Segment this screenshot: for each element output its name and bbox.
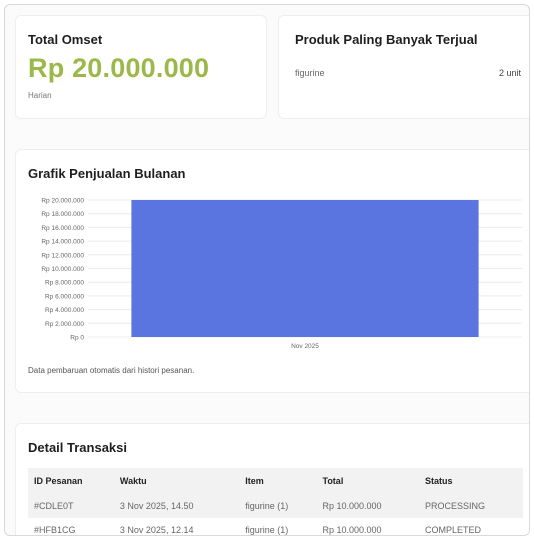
order-item-cell: figurine (1) (245, 525, 289, 535)
y-tick-label: Rp 18.000.000 (41, 211, 84, 218)
order-id-cell: #CDLE0T (28, 494, 114, 518)
table-row[interactable]: #CDLE0T 3 Nov 2025, 14.50 figurine (1) R… (28, 494, 523, 518)
column-header-time: Waktu (113, 468, 240, 494)
total-omset-period: Harian (28, 91, 52, 100)
y-tick-label: Rp 20.000.000 (41, 198, 84, 205)
top-product-title: Produk Paling Banyak Terjual (295, 32, 478, 47)
y-tick-label: Rp 16.000.000 (41, 225, 84, 232)
total-omset-value: Rp 20.000.000 (28, 53, 210, 83)
order-item-cell: figurine (1) (239, 494, 317, 518)
y-tick-label: Rp 12.000.000 (41, 252, 84, 259)
order-total-cell: Rp 10.000.000 (316, 494, 419, 518)
top-product-qty: 2 unit (498, 68, 521, 78)
y-tick-label: Rp 14.000.000 (41, 239, 84, 246)
chart-title: Grafik Penjualan Bulanan (28, 166, 186, 181)
monthly-sales-chart-card: Grafik Penjualan Bulanan Rp 0 Rp 2.000.00… (15, 149, 529, 393)
column-header-total: Total (316, 468, 419, 494)
y-tick-label: Rp 8.000.000 (45, 280, 84, 287)
y-tick-label: Rp 2.000.000 (45, 321, 84, 328)
bar (131, 200, 479, 337)
column-header-status: Status (418, 468, 523, 494)
table-row[interactable]: #HFB1CG 3 Nov 2025, 12.14 figurine (1) R… (28, 518, 523, 535)
transaction-detail-card: Detail Transaksi ID Pesanan Waktu Item T… (15, 423, 529, 535)
order-total-cell: Rp 10.000.000 (322, 525, 382, 535)
chart-note: Data pembaruan otomatis dari histori pes… (28, 366, 195, 375)
y-tick-label: Rp 0 (70, 335, 84, 342)
transaction-title: Detail Transaksi (28, 440, 127, 455)
y-tick-label: Rp 6.000.000 (45, 293, 84, 300)
total-omset-title: Total Omset (28, 32, 103, 47)
order-time-cell: 3 Nov 2025, 12.14 (119, 525, 194, 535)
x-tick-label: Nov 2025 (291, 343, 319, 350)
top-product-name: figurine (295, 68, 325, 78)
y-tick-label: Rp 4.000.000 (45, 307, 84, 314)
transaction-table: ID Pesanan Waktu Item Total Status #CDLE… (28, 468, 523, 535)
order-status-cell: PROCESSING (418, 494, 523, 518)
column-header-id: ID Pesanan (28, 468, 114, 494)
monthly-sales-chart: Rp 0 Rp 2.000.000 Rp 4.000.000 Rp 6.000.000… (41, 198, 522, 350)
table-header-row: ID Pesanan Waktu Item Total Status (28, 468, 523, 494)
order-status-cell: COMPLETED (424, 525, 481, 535)
order-time-cell: 3 Nov 2025, 14.50 (113, 494, 240, 518)
top-product-card: Produk Paling Banyak Terjual figurine 2 … (278, 15, 529, 119)
dashboard: Total Omset Rp 20.000.000 Harian Produk … (4, 4, 530, 536)
y-tick-label: Rp 10.000.000 (41, 266, 84, 273)
column-header-item: Item (239, 468, 317, 494)
total-omset-card: Total Omset Rp 20.000.000 Harian (15, 15, 267, 119)
order-id-cell: #HFB1CG (34, 525, 76, 535)
